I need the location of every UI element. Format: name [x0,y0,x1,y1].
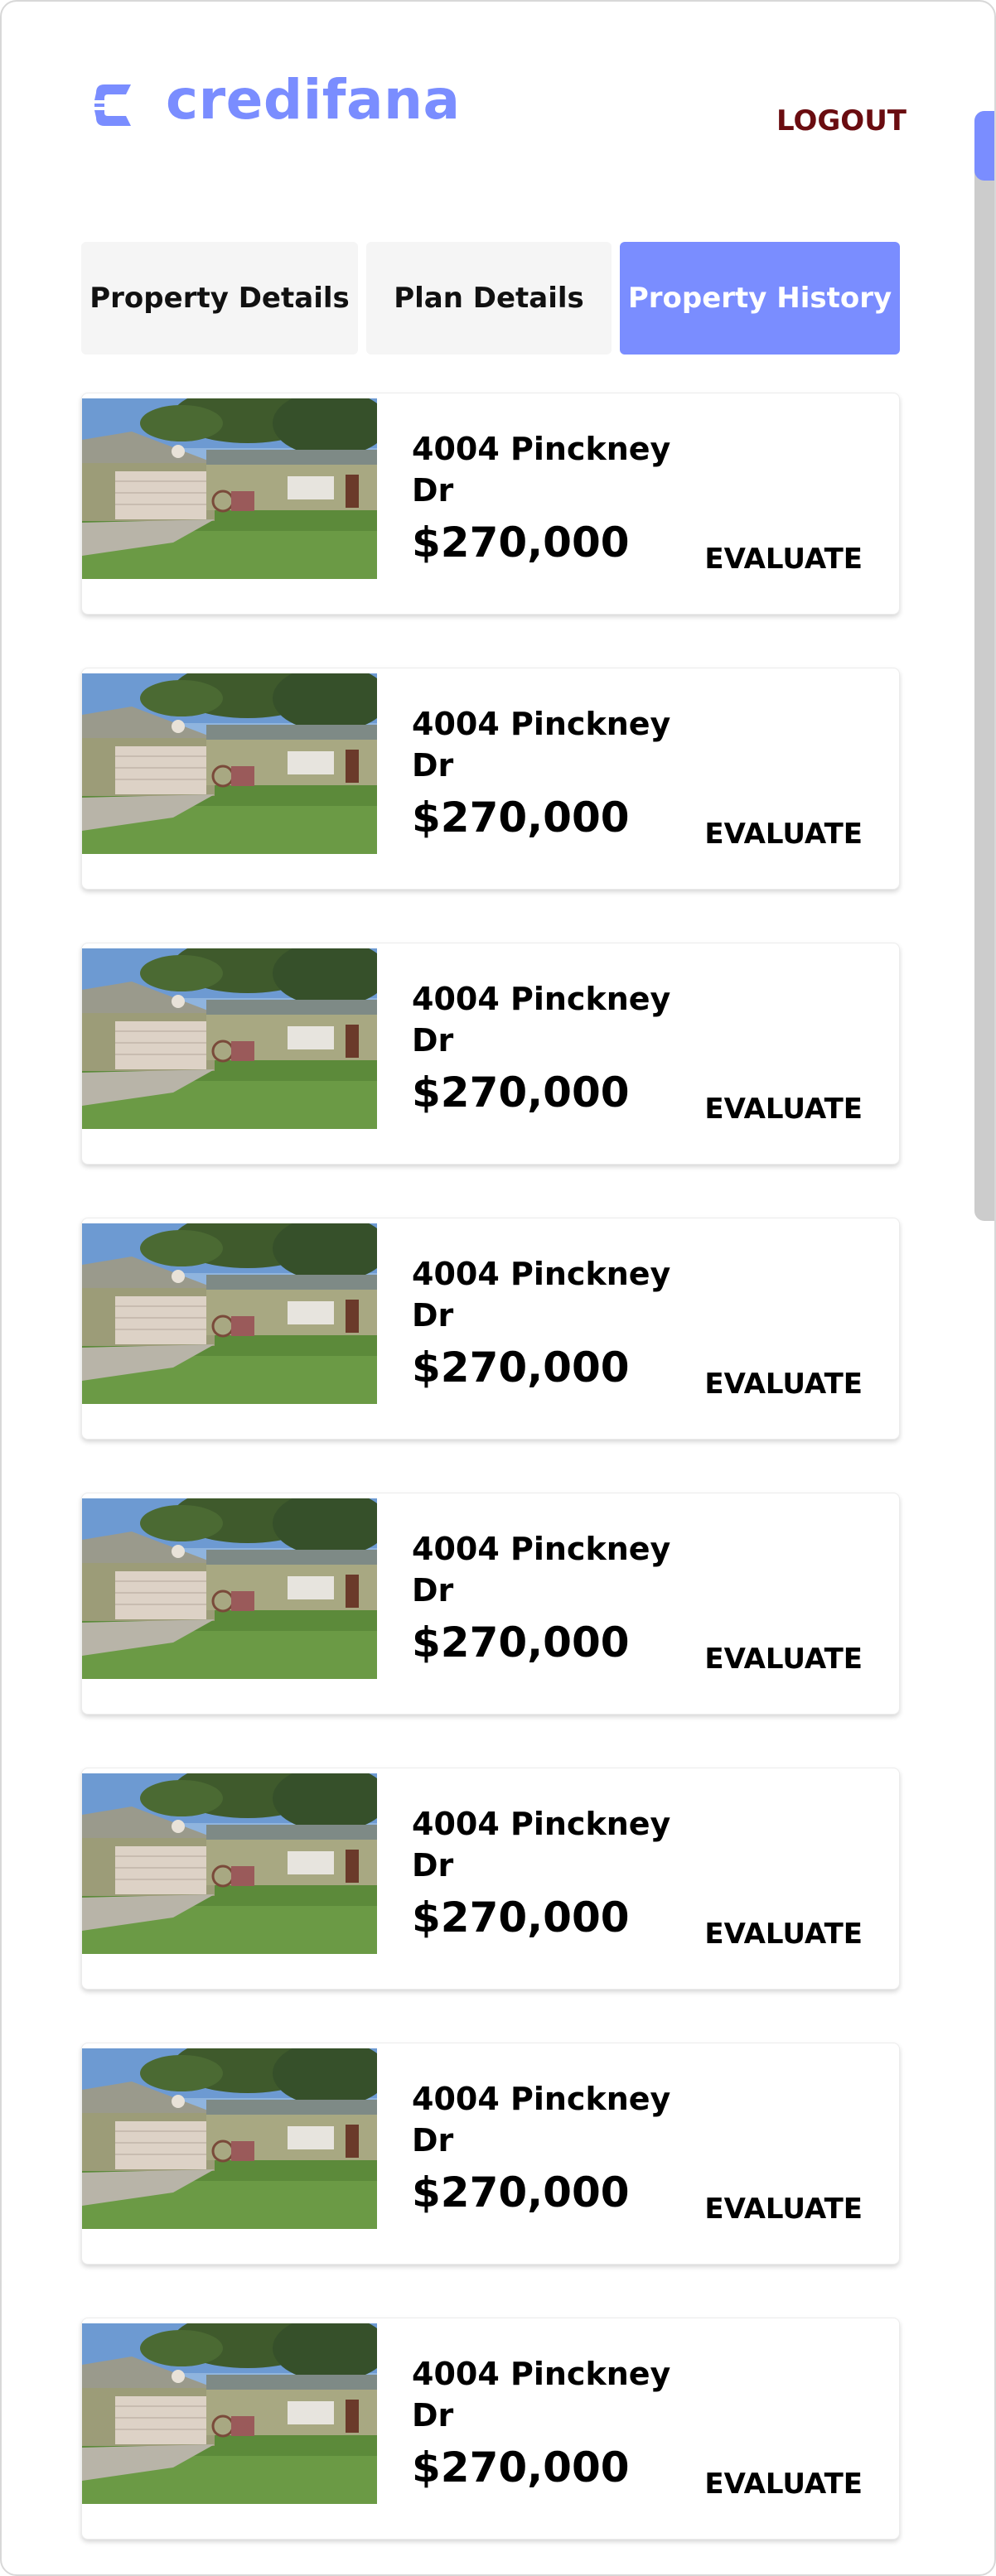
evaluate-button[interactable]: EVALUATE [704,2192,863,2226]
property-history-list: 4004 Pinckney Dr $270,000 EVALUATE 4004 … [81,393,900,2574]
evaluate-button[interactable]: EVALUATE [704,1918,863,1951]
evaluate-button[interactable]: EVALUATE [704,2467,863,2501]
evaluate-button[interactable]: EVALUATE [704,1093,863,1126]
property-price: $270,000 [412,519,630,567]
evaluate-button[interactable]: EVALUATE [704,1643,863,1676]
property-price: $270,000 [412,1618,630,1667]
property-address: 4004 Pinckney Dr [412,706,671,784]
property-address: 4004 Pinckney Dr [412,1531,671,1609]
property-price: $270,000 [412,2443,630,2492]
tab-property-history[interactable]: Property History [620,242,900,355]
app-frame: credifana LOGOUT Property Details Plan D… [0,0,996,2576]
logout-button[interactable]: LOGOUT [776,104,907,137]
property-address: 4004 Pinckney Dr [412,1806,671,1884]
property-address: 4004 Pinckney Dr [412,2081,671,2159]
property-card[interactable]: 4004 Pinckney Dr $270,000 EVALUATE [81,393,900,615]
property-card[interactable]: 4004 Pinckney Dr $270,000 EVALUATE [81,943,900,1165]
property-address: 4004 Pinckney Dr [412,2356,671,2434]
brand-logo[interactable]: credifana [89,73,461,133]
property-card[interactable]: 4004 Pinckney Dr $270,000 EVALUATE [81,2043,900,2265]
property-price: $270,000 [412,794,630,842]
house-photo [82,1498,377,1679]
evaluate-button[interactable]: EVALUATE [704,1368,863,1401]
house-photo [82,398,377,579]
scrollbar-thumb[interactable] [974,111,994,181]
tab-bar: Property Details Plan Details Property H… [81,242,900,355]
evaluate-button[interactable]: EVALUATE [704,818,863,851]
property-address: 4004 Pinckney Dr [412,1256,671,1334]
house-photo [82,1773,377,1954]
property-card[interactable]: 4004 Pinckney Dr $270,000 EVALUATE [81,1768,900,1990]
house-photo [82,948,377,1129]
house-photo [82,2048,377,2229]
property-price: $270,000 [412,2168,630,2217]
house-photo [82,673,377,854]
property-card[interactable]: 4004 Pinckney Dr $270,000 EVALUATE [81,2318,900,2540]
evaluate-button[interactable]: EVALUATE [704,543,863,576]
brand-name: credifana [166,68,461,132]
credifana-logo-icon [94,84,131,126]
tab-plan-details[interactable]: Plan Details [366,242,612,355]
property-address: 4004 Pinckney Dr [412,981,671,1059]
property-card[interactable]: 4004 Pinckney Dr $270,000 EVALUATE [81,668,900,890]
property-card[interactable]: 4004 Pinckney Dr $270,000 EVALUATE [81,1493,900,1715]
house-photo [82,2323,377,2504]
property-card[interactable]: 4004 Pinckney Dr $270,000 EVALUATE [81,1218,900,1440]
header: credifana LOGOUT [2,2,994,167]
property-price: $270,000 [412,1893,630,1942]
tab-property-details[interactable]: Property Details [81,242,358,355]
property-price: $270,000 [412,1343,630,1392]
scrollbar-track[interactable] [974,111,994,1221]
property-address: 4004 Pinckney Dr [412,431,671,509]
property-price: $270,000 [412,1069,630,1117]
house-photo [82,1223,377,1404]
